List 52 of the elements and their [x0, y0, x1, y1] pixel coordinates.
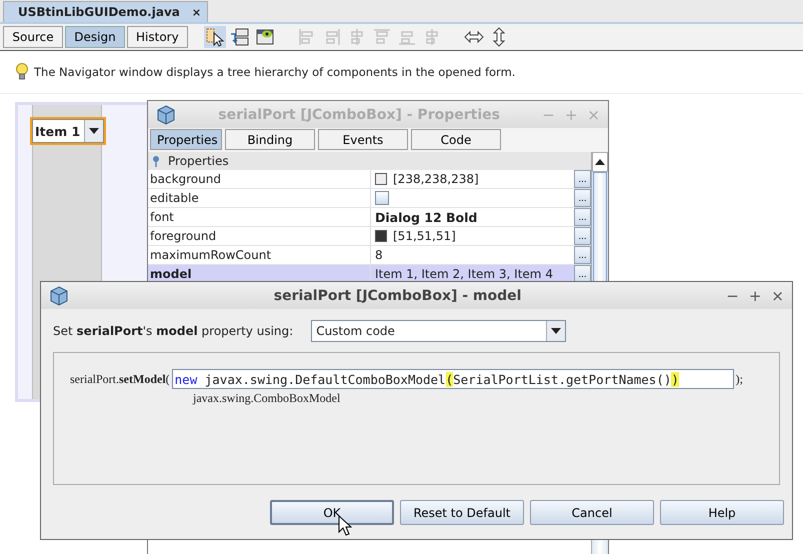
cursor-icon[interactable] — [204, 26, 226, 48]
section-header[interactable]: Properties — [148, 152, 591, 170]
window-control[interactable]: − — [726, 286, 739, 304]
tab[interactable]: Properties — [150, 129, 222, 150]
pin-icon — [152, 155, 160, 167]
code-field[interactable]: new javax.swing.DefaultComboBoxModel(SerialPortList.getPortNames()) — [172, 369, 734, 389]
tab[interactable]: Binding — [225, 129, 315, 150]
combo-box[interactable]: Item 1 — [32, 119, 104, 143]
edit-button[interactable]: ... — [574, 170, 591, 188]
view-tab[interactable]: History — [127, 26, 188, 48]
code-prefix: serialPort.setModel( — [70, 372, 170, 386]
window-control[interactable]: × — [771, 286, 784, 304]
property-value: [238,238,238] — [393, 172, 479, 186]
tab[interactable]: Code — [411, 129, 501, 150]
view-tab[interactable]: Design — [65, 26, 125, 48]
property-name[interactable]: font — [148, 208, 371, 226]
edit-button[interactable]: ... — [574, 246, 591, 264]
cube-icon — [156, 104, 176, 124]
edit-button[interactable]: ... — [574, 208, 591, 226]
dialog-title: serialPort [JComboBox] - model — [272, 288, 522, 304]
property-value: Dialog 12 Bold — [375, 210, 478, 224]
view-tab[interactable]: Source — [3, 26, 63, 48]
dialog-button[interactable]: Help — [660, 500, 784, 525]
property-name[interactable]: background — [148, 170, 371, 188]
cube-icon — [49, 286, 69, 306]
window-title: serialPort [JComboBox] - Properties — [217, 106, 501, 122]
dialog-button[interactable]: Reset to Default — [400, 500, 524, 525]
lightbulb-icon — [15, 63, 29, 81]
dialog-button[interactable]: Cancel — [530, 500, 654, 525]
file-tab[interactable]: USBtinLibGUIDemo.java × — [3, 1, 208, 22]
property-name[interactable]: maximumRowCount — [148, 246, 371, 264]
close-icon[interactable]: × — [192, 6, 202, 18]
dropdown-arrow-icon — [551, 328, 562, 334]
tab[interactable]: Events — [318, 129, 408, 150]
property-value: Item 1, Item 2, Item 3, Item 4 — [375, 267, 553, 281]
type-hint: javax.swing.ComboBoxModel — [192, 391, 342, 406]
window-control[interactable]: + — [748, 286, 762, 304]
prompt-label: Set serialPort's model property using: — [53, 324, 294, 338]
property-name[interactable]: editable — [148, 189, 371, 207]
edit-button[interactable]: ... — [574, 189, 591, 207]
connection-icon[interactable] — [228, 26, 251, 48]
property-name[interactable]: foreground — [148, 227, 371, 245]
checkbox[interactable] — [375, 191, 389, 205]
edit-button[interactable]: ... — [574, 227, 591, 245]
property-value: [51,51,51] — [393, 229, 456, 243]
property-value: 8 — [375, 248, 383, 262]
editor-dropdown[interactable]: Custom code — [311, 320, 566, 342]
scroll-up-icon[interactable] — [595, 159, 605, 165]
hint-text: The Navigator window displays a tree hierarchy of components in the opened form. — [34, 65, 516, 79]
dialog-button[interactable]: OK — [270, 500, 394, 525]
dropdown-arrow-icon — [89, 128, 99, 134]
code-suffix: ); — [736, 372, 743, 386]
